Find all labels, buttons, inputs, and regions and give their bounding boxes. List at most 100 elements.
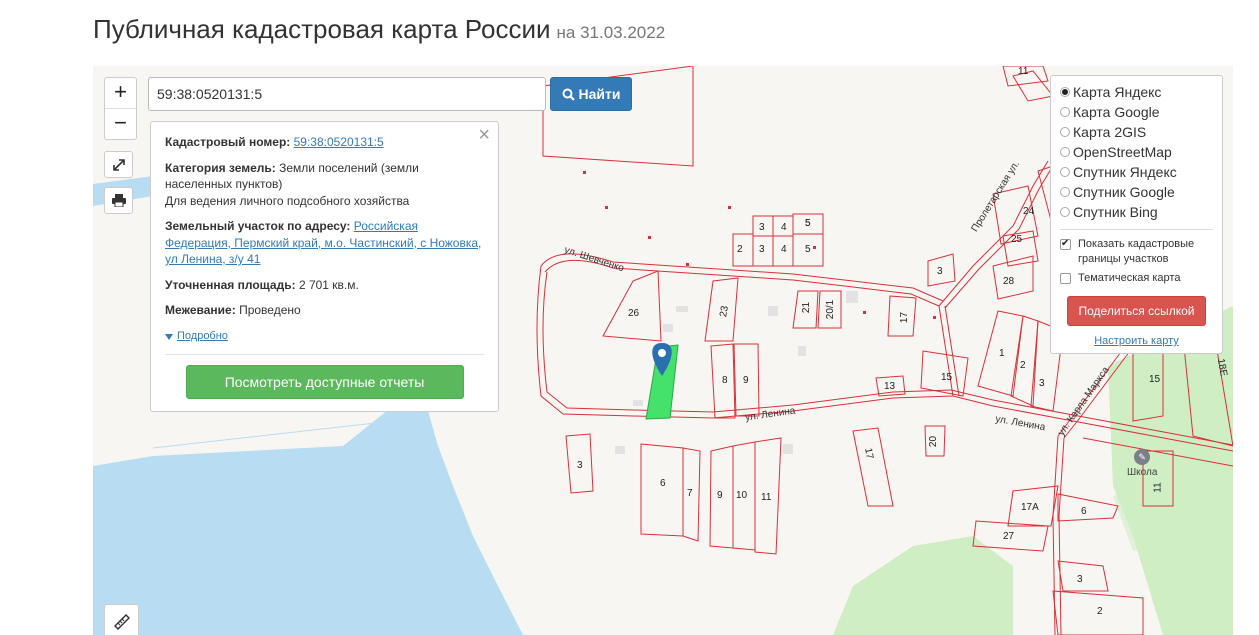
layer-option-google-map[interactable]: Карта Google [1060, 102, 1213, 122]
layer-option-bing-satellite[interactable]: Спутник Bing [1060, 202, 1213, 222]
radio-icon [1060, 207, 1070, 217]
layer-option-label: OpenStreetMap [1073, 144, 1172, 160]
parcel-number: 11 [1018, 66, 1029, 77]
radio-icon [1060, 87, 1070, 97]
show-borders-checkbox[interactable]: Показать кадастровые границы участков [1060, 236, 1213, 267]
area-row: Уточненная площадь: 2 701 кв.м. [165, 277, 484, 294]
layer-option-osm[interactable]: OpenStreetMap [1060, 142, 1213, 162]
layer-switcher: Карта Яндекс Карта Google Карта 2GIS Ope… [1050, 75, 1223, 354]
school-icon: ✎ [1134, 449, 1151, 465]
ruler-icon [113, 613, 130, 630]
parcel-number: 9 [743, 375, 749, 386]
radio-icon [1060, 127, 1070, 137]
radio-icon [1060, 167, 1070, 177]
parcel-number: 13 [884, 381, 896, 392]
configure-map-link[interactable]: Настроить карту [1060, 335, 1213, 347]
cadastral-map[interactable]: 11 5 3 4 5 2 3 4 5 3 26 23 21 20/1 17 28… [93, 66, 1233, 635]
layer-option-2gis-map[interactable]: Карта 2GIS [1060, 122, 1213, 142]
school-label: Школа [1127, 467, 1158, 478]
layer-option-yandex-map[interactable]: Карта Яндекс [1060, 82, 1213, 102]
parcel-number: 4 [781, 244, 787, 255]
parcel-number: 11 [1152, 482, 1164, 493]
school-marker[interactable]: ✎ Школа [1127, 449, 1157, 478]
parcel-number: 2 [1097, 606, 1103, 617]
layer-option-label: Карта Google [1073, 104, 1160, 120]
parcel-number: 26 [628, 308, 640, 319]
parcel-number: 6 [660, 478, 666, 489]
parcel-number: 4 [781, 222, 787, 233]
layer-option-label: Спутник Google [1073, 184, 1175, 200]
parcel-number: 5 [805, 244, 811, 255]
parcel-number: 6 [1081, 506, 1087, 517]
divider [1060, 229, 1213, 230]
parcel-number: 11 [761, 492, 772, 503]
print-icon [111, 194, 126, 207]
triangle-down-icon [165, 333, 173, 340]
radio-icon [1060, 147, 1070, 157]
address-row: Земельный участок по адресу: Российская … [165, 218, 484, 268]
parcel-number: 3 [577, 460, 583, 471]
parcel-number: 20/1 [825, 299, 837, 320]
land-category-label: Категория земель: [165, 160, 276, 175]
parcel-number: 3 [1039, 378, 1045, 389]
cadastral-search-input[interactable]: 59:38:0520131:5 [148, 77, 546, 111]
parcel-number: 5 [805, 218, 811, 229]
layer-option-yandex-satellite[interactable]: Спутник Яндекс [1060, 162, 1213, 182]
expand-icon [112, 158, 125, 171]
parcel-number: 15 [1149, 374, 1161, 385]
parcel-number: 2 [1020, 360, 1026, 371]
land-category-row: Категория земель: Земли поселений (земли… [165, 160, 484, 210]
fullscreen-button[interactable] [104, 151, 133, 178]
address-label: Земельный участок по адресу: [165, 219, 351, 233]
radio-icon [1060, 187, 1070, 197]
parcel-number: 3 [759, 244, 765, 255]
layer-option-google-satellite[interactable]: Спутник Google [1060, 182, 1213, 202]
parcel-number: 8 [722, 375, 728, 386]
cadastral-number-row: Кадастровый номер: 59:38:0520131:5 [165, 134, 484, 151]
page-title: Публичная кадастровая карта России [93, 14, 551, 44]
radio-icon [1060, 107, 1070, 117]
parcel-number: 17 [862, 447, 875, 460]
thematic-map-label: Тематическая карта [1078, 272, 1181, 284]
page-date: на 31.03.2022 [556, 23, 666, 42]
survey-value: Проведено [239, 303, 301, 317]
search-button-label: Найти [578, 86, 621, 102]
parcel-number: 27 [1003, 531, 1015, 542]
print-button[interactable] [104, 187, 133, 214]
parcel-info-panel: × Кадастровый номер: 59:38:0520131:5 Кат… [150, 121, 499, 412]
parcel-number: 21 [801, 301, 813, 314]
parcel-number: 15 [941, 372, 953, 383]
layer-option-label: Карта 2GIS [1073, 124, 1147, 140]
share-link-button[interactable]: Поделиться ссылкой [1067, 296, 1206, 326]
area-value: 2 701 кв.м. [298, 277, 359, 292]
show-borders-label: Показать кадастровые границы участков [1078, 238, 1195, 265]
details-link-label: Подробно [177, 330, 228, 343]
cadastral-number-link[interactable]: 59:38:0520131:5 [294, 135, 384, 149]
zoom-in-button[interactable]: + [105, 78, 136, 108]
parcel-number: 28 [1003, 276, 1015, 287]
zoom-control: + − [104, 77, 137, 140]
parcel-number: 9 [717, 490, 723, 501]
close-icon[interactable]: × [478, 125, 490, 145]
parcel-number: 17 [899, 311, 911, 324]
details-link[interactable]: Подробно [165, 328, 228, 345]
layer-option-label: Карта Яндекс [1073, 84, 1162, 100]
parcel-number: 25 [1011, 234, 1023, 245]
parcel-number: 7 [687, 488, 693, 499]
search-button[interactable]: Найти [550, 77, 632, 111]
divider [165, 353, 484, 355]
parcel-number: 17А [1021, 502, 1039, 513]
cadastral-number-label: Кадастровый номер: [165, 135, 291, 149]
search-icon [562, 88, 575, 101]
view-reports-button[interactable]: Посмотреть доступные отчеты [185, 364, 464, 399]
parcel-number: 1 [999, 348, 1005, 359]
page-header: Публичная кадастровая карта России на 31.… [93, 14, 665, 45]
thematic-map-checkbox[interactable]: Тематическая карта [1060, 271, 1213, 286]
parcel-number: 23 [718, 305, 731, 318]
ruler-button[interactable] [104, 604, 139, 635]
parcel-number: 3 [1077, 574, 1083, 585]
parcel-number: 10 [736, 490, 748, 501]
parcel-number: 20 [928, 435, 940, 448]
land-usage: Для ведения личного подсобного хозяйства [165, 193, 410, 208]
zoom-out-button[interactable]: − [105, 108, 136, 139]
